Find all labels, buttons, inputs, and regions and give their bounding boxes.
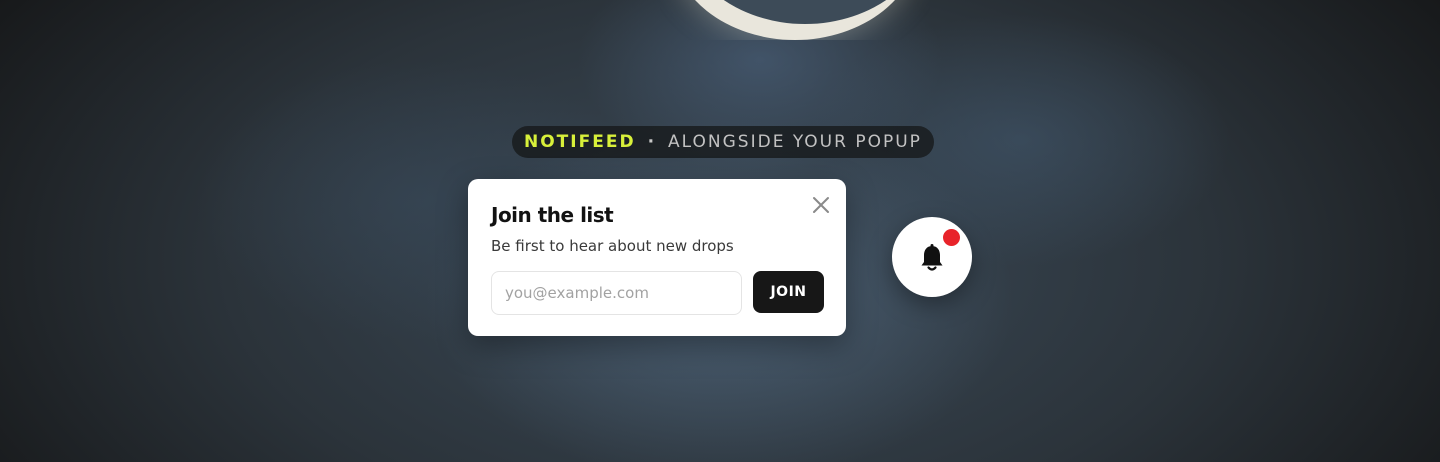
close-button[interactable] — [810, 194, 832, 216]
notification-badge — [943, 229, 960, 246]
notification-launcher-button[interactable] — [892, 217, 972, 297]
join-button[interactable]: JOIN — [753, 271, 824, 313]
popup-subtitle: Be first to hear about new drops — [491, 237, 734, 255]
close-icon — [813, 197, 829, 213]
eyebrow-tagline: ALONGSIDE YOUR POPUP — [668, 132, 922, 152]
brand-name: NOTIFEED — [524, 132, 636, 152]
eyebrow-pill: NOTIFEED · ALONGSIDE YOUR POPUP — [512, 126, 934, 158]
moon-graphic — [660, 0, 930, 40]
signup-popup: Join the list Be first to hear about new… — [468, 179, 846, 336]
email-field[interactable] — [491, 271, 742, 315]
bell-icon — [921, 244, 943, 271]
popup-title: Join the list — [491, 203, 614, 227]
eyebrow-separator: · — [647, 132, 657, 152]
